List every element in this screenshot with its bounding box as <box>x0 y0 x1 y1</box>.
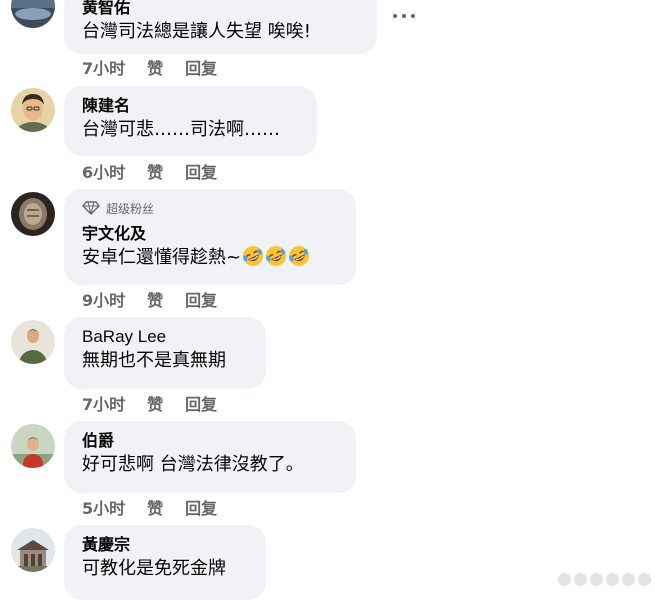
reply-button[interactable]: 回复 <box>185 287 217 311</box>
avatar[interactable] <box>11 320 55 364</box>
like-button[interactable]: 赞 <box>147 495 163 519</box>
avatar[interactable] <box>11 424 55 468</box>
like-button[interactable]: 赞 <box>147 159 163 183</box>
comment-text: 安卓仁還懂得趁熱~ <box>82 245 340 271</box>
comment-bubble: 超级粉丝 宇文化及 安卓仁還懂得趁熱~ <box>64 189 356 285</box>
comment-bubble: 伯爵 好可悲啊 台灣法律沒教了。 <box>64 421 356 493</box>
rolling-laughing-emoji-icon <box>266 246 287 266</box>
avatar[interactable] <box>11 88 55 132</box>
reply-button[interactable]: 回复 <box>185 391 217 415</box>
comment-timestamp[interactable]: 7小时 <box>82 391 125 415</box>
comment-text: 好可悲啊 台灣法律沒教了。 <box>82 454 304 475</box>
comment-actions: 5小时 赞 回复 <box>82 495 217 519</box>
avatar-photo <box>11 0 55 28</box>
comment-bubble: 陳建名 台灣可悲……司法啊…… <box>64 86 317 156</box>
rolling-laughing-emoji-icon <box>289 246 310 266</box>
avatar[interactable] <box>11 0 55 28</box>
avatar[interactable] <box>11 192 55 236</box>
comment-timestamp[interactable]: 9小时 <box>82 287 125 311</box>
reply-button[interactable]: 回复 <box>185 495 217 519</box>
rolling-laughing-emoji-icon <box>243 246 264 266</box>
badge-label: 超级粉丝 <box>106 201 155 216</box>
comment-text: 無期也不是真無期 <box>82 350 226 371</box>
comment-bubble: 黃慶宗 可教化是免死金牌 <box>64 525 266 600</box>
comment-actions: 9小时 赞 回复 <box>82 287 217 311</box>
comment-timestamp[interactable]: 6小时 <box>82 159 125 183</box>
comment-bubble: BaRay Lee 無期也不是真無期 <box>64 317 266 389</box>
comment-text-body: 安卓仁還懂得趁熱~ <box>82 247 242 268</box>
comment-author[interactable]: 陳建名 <box>82 95 301 117</box>
avatar-photo <box>11 424 55 468</box>
reply-button[interactable]: 回复 <box>185 159 217 183</box>
comment-author[interactable]: 黃慶宗 <box>82 534 250 556</box>
comment-timestamp[interactable]: 5小时 <box>82 495 125 519</box>
reply-button[interactable]: 回复 <box>185 55 217 79</box>
like-button[interactable]: 赞 <box>147 391 163 415</box>
comment-text: 台灣司法總是讓人失望 唉唉! <box>82 21 311 42</box>
more-dot-icon <box>393 14 397 18</box>
comment-actions: 7小时 赞 回复 <box>82 391 217 415</box>
like-button[interactable]: 赞 <box>147 287 163 311</box>
comment-timestamp[interactable]: 7小时 <box>82 55 125 79</box>
avatar-photo <box>11 192 55 236</box>
avatar-photo <box>11 528 55 572</box>
comment-actions: 6小时 赞 回复 <box>82 159 217 183</box>
diamond-icon <box>82 201 100 215</box>
comment-author[interactable]: 伯爵 <box>82 430 340 452</box>
comment-author[interactable]: 黄智佑 <box>82 0 361 19</box>
comment-text: 可教化是免死金牌 <box>82 558 226 579</box>
more-dot-icon <box>411 14 415 18</box>
avatar-photo <box>11 320 55 364</box>
comment-author[interactable]: BaRay Lee <box>82 326 250 348</box>
more-dot-icon <box>402 14 406 18</box>
watermark-dots <box>558 573 651 586</box>
avatar[interactable] <box>11 528 55 572</box>
comment-author[interactable]: 宇文化及 <box>82 223 340 245</box>
top-fan-badge[interactable]: 超级粉丝 <box>82 198 340 218</box>
comment-bubble: 黄智佑 台灣司法總是讓人失望 唉唉! <box>64 0 377 54</box>
avatar-photo <box>11 88 55 132</box>
more-options-button[interactable] <box>393 6 415 26</box>
like-button[interactable]: 赞 <box>147 55 163 79</box>
comment-text: 台灣可悲……司法啊…… <box>82 119 280 140</box>
comment-actions: 7小时 赞 回复 <box>82 55 217 79</box>
